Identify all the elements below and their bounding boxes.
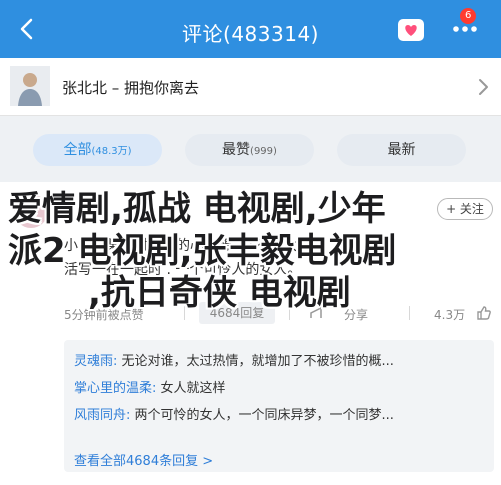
divider xyxy=(289,306,290,320)
comment-body: 小目，某那时候我的心里想 .又不为太多的 活写一在一起时 . 一个可怜人的女人。 xyxy=(64,234,494,282)
song-thumbnail xyxy=(10,66,50,106)
reply-username[interactable]: 灵魂雨: xyxy=(74,354,117,369)
comment-time: 5分钟前被点赞 xyxy=(64,308,144,322)
tab-top[interactable]: 最赞(999) xyxy=(185,134,314,166)
divider xyxy=(184,306,185,320)
avatar[interactable] xyxy=(14,194,48,228)
reply-item[interactable]: 掌心里的温柔: 女人就这样 xyxy=(74,377,484,396)
like-count: 4.3万 xyxy=(434,308,466,322)
reply-text: 两个可怜的女人，一个同床异梦，一个同梦... xyxy=(134,408,394,423)
reply-count-button[interactable]: 4684回复 xyxy=(199,302,275,324)
tab-count: (999) xyxy=(250,146,277,157)
song-row[interactable]: 张北北 – 拥抱你离去 xyxy=(0,58,501,116)
song-title: 张北北 – 拥抱你离去 xyxy=(62,79,200,97)
reply-username[interactable]: 掌心里的温柔: xyxy=(74,381,156,396)
tab-count: (48.3万) xyxy=(91,146,132,157)
reply-item[interactable]: 灵魂雨: 无论对谁，太过热情，就增加了不被珍惜的概... xyxy=(74,350,484,369)
comment-card: + 关注 小目，某那时候我的心里想 .又不为太多的 活写一在一起时 . 一个可怜… xyxy=(0,182,501,485)
comment-line: 小目，某那时候我的心里想 .又不为太多的 xyxy=(64,238,325,254)
comment-line: 活写一在一起时 . 一个可怜人的女人。 xyxy=(64,262,302,278)
follow-button[interactable]: + 关注 xyxy=(437,198,493,220)
comment-meta: 5分钟前被点赞 4684回复 分享 4.3万 xyxy=(64,302,494,324)
thumbs-up-icon[interactable] xyxy=(476,305,492,324)
reply-list: 灵魂雨: 无论对谁，太过热情，就增加了不被珍惜的概... 掌心里的温柔: 女人就… xyxy=(64,340,494,472)
share-button[interactable]: 分享 xyxy=(344,306,368,323)
message-button[interactable] xyxy=(396,16,428,44)
tab-latest[interactable]: 最新 xyxy=(337,134,466,166)
reply-text: 女人就这样 xyxy=(160,381,226,396)
heart-icon xyxy=(398,19,424,41)
tab-all[interactable]: 全部(48.3万) xyxy=(33,134,162,166)
reply-text: 无论对谁，太过热情，就增加了不被珍惜的概... xyxy=(121,354,394,369)
reply-username[interactable]: 风雨同舟: xyxy=(74,408,130,423)
more-icon[interactable] xyxy=(450,18,480,40)
divider xyxy=(409,306,410,320)
share-icon[interactable] xyxy=(309,306,323,323)
tab-label: 全部 xyxy=(63,142,92,158)
comment-tabs: 全部(48.3万) 最赞(999) 最新 xyxy=(0,124,501,176)
tab-label: 最新 xyxy=(387,142,416,158)
view-all-replies-link[interactable]: 查看全部4684条回复 > xyxy=(74,450,213,469)
chevron-right-icon xyxy=(479,79,488,95)
tab-label: 最赞 xyxy=(222,142,251,158)
top-bar: 评论(483314) 6 xyxy=(0,0,501,58)
reply-item[interactable]: 风雨同舟: 两个可怜的女人，一个同床异梦，一个同梦... xyxy=(74,404,484,423)
